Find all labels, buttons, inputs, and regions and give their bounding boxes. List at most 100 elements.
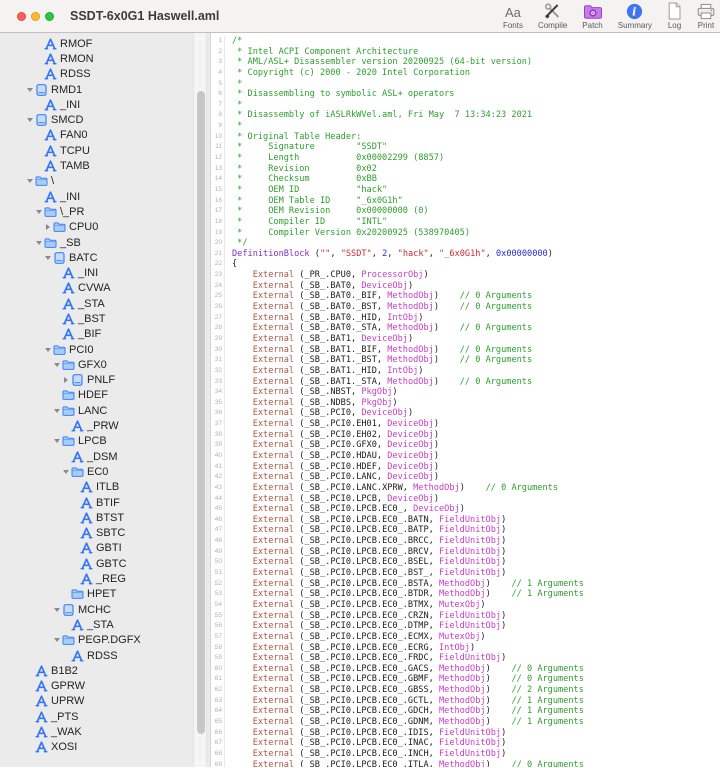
tree-item-sta[interactable]: _STA xyxy=(0,617,210,632)
code-line[interactable]: 56 External (_SB_.PCI0.LPCB.EC0_.DTMP, F… xyxy=(211,621,720,632)
code-line[interactable]: 32 External (_SB_.BAT1._HID, IntObj) xyxy=(211,365,720,377)
tree-item-pts[interactable]: _PTS xyxy=(0,709,210,724)
chevron-down-icon[interactable] xyxy=(42,347,53,352)
code-line[interactable]: 1 /* xyxy=(211,36,720,47)
tree-item-rmd1[interactable]: RMD1 xyxy=(0,82,210,97)
tree-item-tcpu[interactable]: TCPU xyxy=(0,143,210,158)
code-line[interactable]: 33 External (_SB_.BAT1._STA, MethodObj) … xyxy=(211,376,720,388)
chevron-down-icon[interactable] xyxy=(51,439,62,444)
code-line[interactable]: 61 External (_SB_.PCI0.LPCB.EC0_.GBMF, M… xyxy=(211,674,720,686)
code-line[interactable]: 12 * Length 0x00002299 (8857) xyxy=(211,153,720,164)
tree-item-cvwa[interactable]: CVWA xyxy=(0,281,210,296)
code-line[interactable]: 66 External (_SB_.PCI0.LPCB.EC0_.IDIS, F… xyxy=(211,727,720,739)
tree-item-ec0[interactable]: EC0 xyxy=(0,464,210,479)
tree-item-btst[interactable]: BTST xyxy=(0,510,210,525)
code-line[interactable]: 54 External (_SB_.PCI0.LPCB.EC0_.BTMX, M… xyxy=(211,599,720,611)
code-line[interactable]: 13 * Revision 0x02 xyxy=(211,163,720,175)
tree-item-hdef[interactable]: HDEF xyxy=(0,388,210,403)
code-line[interactable]: 16 * OEM Table ID "_6x0G1h" xyxy=(211,195,720,207)
code-line[interactable]: 34 External (_SB_.NBST, PkgObj) xyxy=(211,387,720,398)
tree-item-rdss[interactable]: RDSS xyxy=(0,67,210,82)
code-line[interactable]: 42 External (_SB_.PCI0.LANC, DeviceObj) xyxy=(211,472,720,483)
tree-item-b1b2[interactable]: B1B2 xyxy=(0,663,210,678)
code-line[interactable]: 20 */ xyxy=(211,238,720,249)
compile-button[interactable]: Compile xyxy=(538,1,567,30)
code-line[interactable]: 5 * xyxy=(211,78,720,90)
code-line[interactable]: 19 * Compiler Version 0x20200925 (538970… xyxy=(211,227,720,239)
code-line[interactable]: 31 External (_SB_.BAT1._BST, MethodObj) … xyxy=(211,355,720,366)
code-line[interactable]: 24 External (_SB_.BAT0, DeviceObj) xyxy=(211,280,720,292)
code-line[interactable]: 67 External (_SB_.PCI0.LPCB.EC0_.INAC, F… xyxy=(211,738,720,749)
tree-item-batc[interactable]: BATC xyxy=(0,250,210,265)
code-line[interactable]: 15 * OEM ID "hack" xyxy=(211,184,720,196)
tree-item-gfx0[interactable]: GFX0 xyxy=(0,357,210,372)
code-line[interactable]: 9 * xyxy=(211,121,720,132)
code-line[interactable]: 36 External (_SB_.PCI0, DeviceObj) xyxy=(211,408,720,420)
patch-button[interactable]: Patch xyxy=(582,1,603,30)
fonts-button[interactable]: Aa Fonts xyxy=(503,1,523,30)
code-line[interactable]: 22 { xyxy=(211,259,720,271)
code-line[interactable]: 6 * Disassembling to symbolic ASL+ opera… xyxy=(211,89,720,100)
chevron-down-icon[interactable] xyxy=(51,607,62,612)
tree-item-lpcb[interactable]: LPCB xyxy=(0,434,210,449)
code-line[interactable]: 41 External (_SB_.PCI0.HDEF, DeviceObj) xyxy=(211,461,720,473)
code-line[interactable]: 59 External (_SB_.PCI0.LPCB.EC0_.FRDC, F… xyxy=(211,653,720,664)
tree-item-uprw[interactable]: UPRW xyxy=(0,694,210,709)
tree-item-reg[interactable]: _REG xyxy=(0,571,210,586)
code-line[interactable]: 28 External (_SB_.BAT0._STA, MethodObj) … xyxy=(211,323,720,334)
code-line[interactable]: 49 External (_SB_.PCI0.LPCB.EC0_.BRCV, F… xyxy=(211,546,720,558)
code-line[interactable]: 18 * Compiler ID "INTL" xyxy=(211,216,720,228)
code-line[interactable]: 2 * Intel ACPI Component Architecture xyxy=(211,46,720,58)
tree-item-pr[interactable]: \_PR xyxy=(0,204,210,219)
code-line[interactable]: 38 External (_SB_.PCI0.EH02, DeviceObj) xyxy=(211,429,720,441)
tree-item-xosi[interactable]: XOSI xyxy=(0,740,210,755)
log-button[interactable]: Log xyxy=(667,1,682,30)
code-line[interactable]: 65 External (_SB_.PCI0.LPCB.EC0_.GDNM, M… xyxy=(211,717,720,728)
chevron-down-icon[interactable] xyxy=(42,255,53,260)
code-line[interactable]: 37 External (_SB_.PCI0.EH01, DeviceObj) xyxy=(211,419,720,430)
tree-item-ini[interactable]: _INI xyxy=(0,265,210,280)
code-line[interactable]: 4 * Copyright (c) 2000 - 2020 Intel Corp… xyxy=(211,67,720,79)
chevron-down-icon[interactable] xyxy=(51,362,62,367)
code-line[interactable]: 35 External (_SB_.NDBS, PkgObj) xyxy=(211,397,720,409)
tree-item-rmof[interactable]: RMOF xyxy=(0,36,210,51)
code-line[interactable]: 45 External (_SB_.PCI0.LPCB.EC0_, Device… xyxy=(211,504,720,515)
tree-item-fan0[interactable]: FAN0 xyxy=(0,128,210,143)
code-line[interactable]: 48 External (_SB_.PCI0.LPCB.EC0_.BRCC, F… xyxy=(211,536,720,547)
tree-item-smcd[interactable]: SMCD xyxy=(0,112,210,127)
tree-item-gprw[interactable]: GPRW xyxy=(0,678,210,693)
code-line[interactable]: 52 External (_SB_.PCI0.LPCB.EC0_.BSTA, M… xyxy=(211,578,720,590)
tree-item-rdss[interactable]: RDSS xyxy=(0,648,210,663)
tree-item-pnlf[interactable]: PNLF xyxy=(0,373,210,388)
tree-item-gbti[interactable]: GBTI xyxy=(0,541,210,556)
tree-item-ini[interactable]: _INI xyxy=(0,189,210,204)
chevron-down-icon[interactable] xyxy=(51,408,62,413)
sidebar-scrollbar-thumb[interactable] xyxy=(196,91,205,734)
tree-item-cpu0[interactable]: CPU0 xyxy=(0,220,210,235)
tree-item-lanc[interactable]: LANC xyxy=(0,403,210,418)
code-line[interactable]: 43 External (_SB_.PCI0.LANC.XPRW, Method… xyxy=(211,482,720,494)
code-line[interactable]: 25 External (_SB_.BAT0._BIF, MethodObj) … xyxy=(211,291,720,303)
tree-item-sta[interactable]: _STA xyxy=(0,296,210,311)
chevron-down-icon[interactable] xyxy=(33,240,44,245)
code-line[interactable]: 68 External (_SB_.PCI0.LPCB.EC0_.INCH, F… xyxy=(211,748,720,760)
code-line[interactable]: 11 * Signature "SSDT" xyxy=(211,142,720,154)
code-line[interactable]: 14 * Checksum 0xBB xyxy=(211,174,720,185)
zoom-button[interactable] xyxy=(45,11,54,21)
code-line[interactable]: 27 External (_SB_.BAT0._HID, IntObj) xyxy=(211,312,720,324)
code-line[interactable]: 40 External (_SB_.PCI0.HDAU, DeviceObj) xyxy=(211,450,720,462)
code-line[interactable]: 23 External (_PR_.CPU0, ProcessorObj) xyxy=(211,270,720,281)
code-line[interactable]: 62 External (_SB_.PCI0.LPCB.EC0_.GBSS, M… xyxy=(211,685,720,696)
tree-item-dsm[interactable]: _DSM xyxy=(0,449,210,464)
chevron-down-icon[interactable] xyxy=(33,209,44,214)
chevron-right-icon[interactable] xyxy=(42,224,53,231)
code-line[interactable]: 53 External (_SB_.PCI0.LPCB.EC0_.BTDR, M… xyxy=(211,589,720,600)
minimize-button[interactable] xyxy=(31,11,40,21)
code-line[interactable]: 39 External (_SB_.PCI0.GFX0, DeviceObj) xyxy=(211,440,720,451)
code-line[interactable]: 50 External (_SB_.PCI0.LPCB.EC0_.BSEL, F… xyxy=(211,557,720,569)
tree-item-hpet[interactable]: HPET xyxy=(0,587,210,602)
chevron-down-icon[interactable] xyxy=(60,469,71,474)
tree-item-btif[interactable]: BTIF xyxy=(0,495,210,510)
code-line[interactable]: 8 * Disassembly of iASLRkWVel.aml, Fri M… xyxy=(211,110,720,122)
code-line[interactable]: 69 External (_SB_.PCI0.LPCB.EC0_.ITLA, M… xyxy=(211,759,720,767)
